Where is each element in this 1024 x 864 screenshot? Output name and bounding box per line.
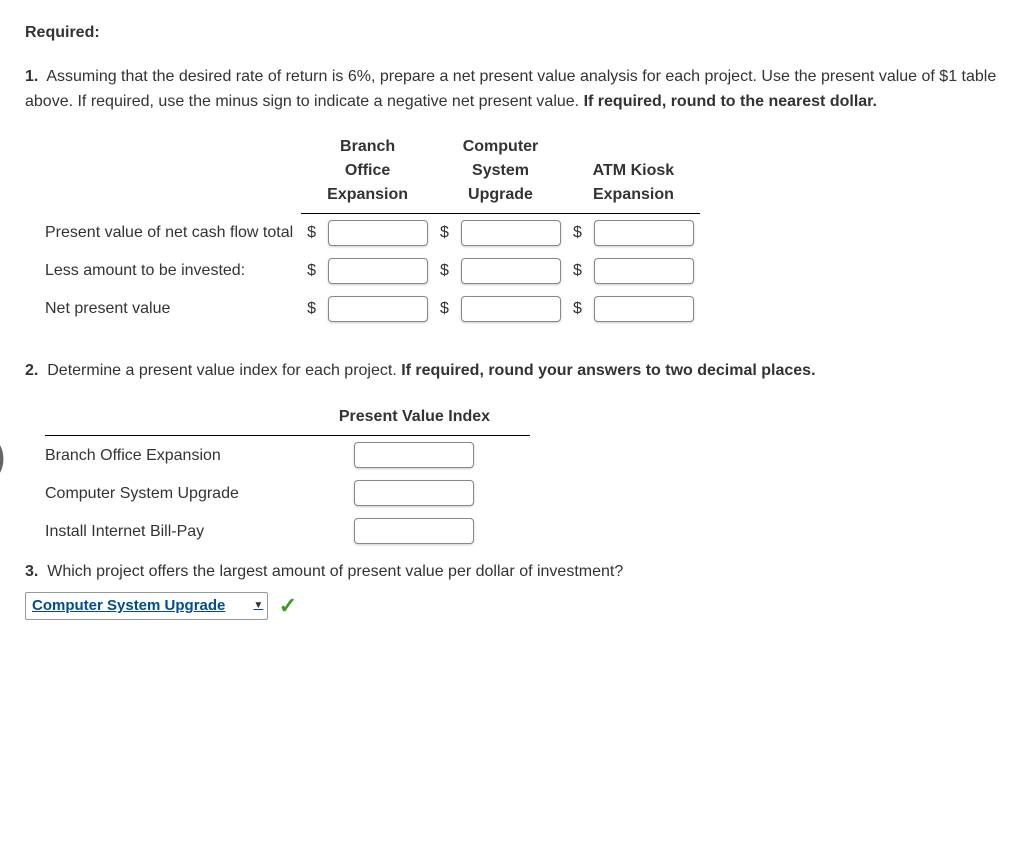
currency-symbol: $ [434, 213, 455, 252]
q3-number: 3. [25, 563, 38, 580]
currency-symbol: $ [434, 252, 455, 290]
col1-h2: Office [345, 162, 390, 179]
q2-number: 2. [25, 362, 38, 379]
row2-label: Less amount to be invested: [45, 252, 301, 290]
invest-computer-input[interactable] [461, 258, 561, 284]
npv-branch-input[interactable] [328, 296, 428, 322]
invest-atm-input[interactable] [594, 258, 694, 284]
pvi-branch-input[interactable] [354, 442, 474, 468]
npv-atm-input[interactable] [594, 296, 694, 322]
question-3: 3. Which project offers the largest amou… [25, 559, 999, 585]
currency-symbol: $ [301, 252, 322, 290]
currency-symbol: $ [434, 290, 455, 328]
table-row: Branch Office Expansion [45, 436, 530, 475]
pv-computer-input[interactable] [461, 220, 561, 246]
q3-text: Which project offers the largest amount … [47, 563, 623, 580]
npv-table: Branch Office Expansion Computer System … [45, 135, 700, 328]
pv-atm-input[interactable] [594, 220, 694, 246]
table-row: Computer System Upgrade [45, 474, 530, 512]
currency-symbol: $ [567, 252, 588, 290]
col2-h1: Computer [463, 138, 539, 155]
q2-bold: If required, round your answers to two d… [401, 362, 815, 379]
pvi-row1-label: Branch Office Expansion [45, 436, 299, 475]
q3-answer-select[interactable]: Computer System Upgrade ▼ [25, 592, 268, 620]
col3-h1: ATM Kiosk [593, 162, 674, 179]
pvi-row3-label: Install Internet Bill-Pay [45, 512, 299, 550]
q1-bold: If required, round to the nearest dollar… [584, 93, 877, 110]
q3-answer-row: Computer System Upgrade ▼ ✓ [25, 588, 999, 623]
question-1: 1. Assuming that the desired rate of ret… [25, 64, 999, 115]
col2-h2: System [472, 162, 529, 179]
col1-h3: Expansion [327, 186, 408, 203]
pvi-computer-input[interactable] [354, 480, 474, 506]
currency-symbol: $ [301, 213, 322, 252]
question-2: 2. Determine a present value index for e… [25, 358, 999, 384]
q1-number: 1. [25, 68, 38, 85]
pvi-billpay-input[interactable] [354, 518, 474, 544]
table-row: Less amount to be invested: $ $ $ [45, 252, 700, 290]
q2-text: Determine a present value index for each… [47, 362, 401, 379]
table-row: Net present value $ $ $ [45, 290, 700, 328]
col1-h1: Branch [340, 138, 395, 155]
table-row: Present value of net cash flow total $ $… [45, 213, 700, 252]
pv-branch-input[interactable] [328, 220, 428, 246]
currency-symbol: $ [567, 290, 588, 328]
chevron-down-icon: ▼ [253, 598, 263, 614]
currency-symbol: $ [301, 290, 322, 328]
q3-answer-text: Computer System Upgrade [32, 594, 225, 618]
col2-h3: Upgrade [468, 186, 533, 203]
pvi-table: Present Value Index Branch Office Expans… [45, 404, 530, 551]
invest-branch-input[interactable] [328, 258, 428, 284]
row3-label: Net present value [45, 290, 301, 328]
required-heading: Required: [25, 20, 999, 46]
table-row: Install Internet Bill-Pay [45, 512, 530, 550]
pvi-header: Present Value Index [299, 404, 530, 436]
row1-label: Present value of net cash flow total [45, 213, 301, 252]
page-edge-artifact: ) [0, 422, 6, 489]
col3-h2: Expansion [593, 186, 674, 203]
pvi-row2-label: Computer System Upgrade [45, 474, 299, 512]
currency-symbol: $ [567, 213, 588, 252]
checkmark-icon: ✓ [279, 593, 297, 618]
npv-computer-input[interactable] [461, 296, 561, 322]
